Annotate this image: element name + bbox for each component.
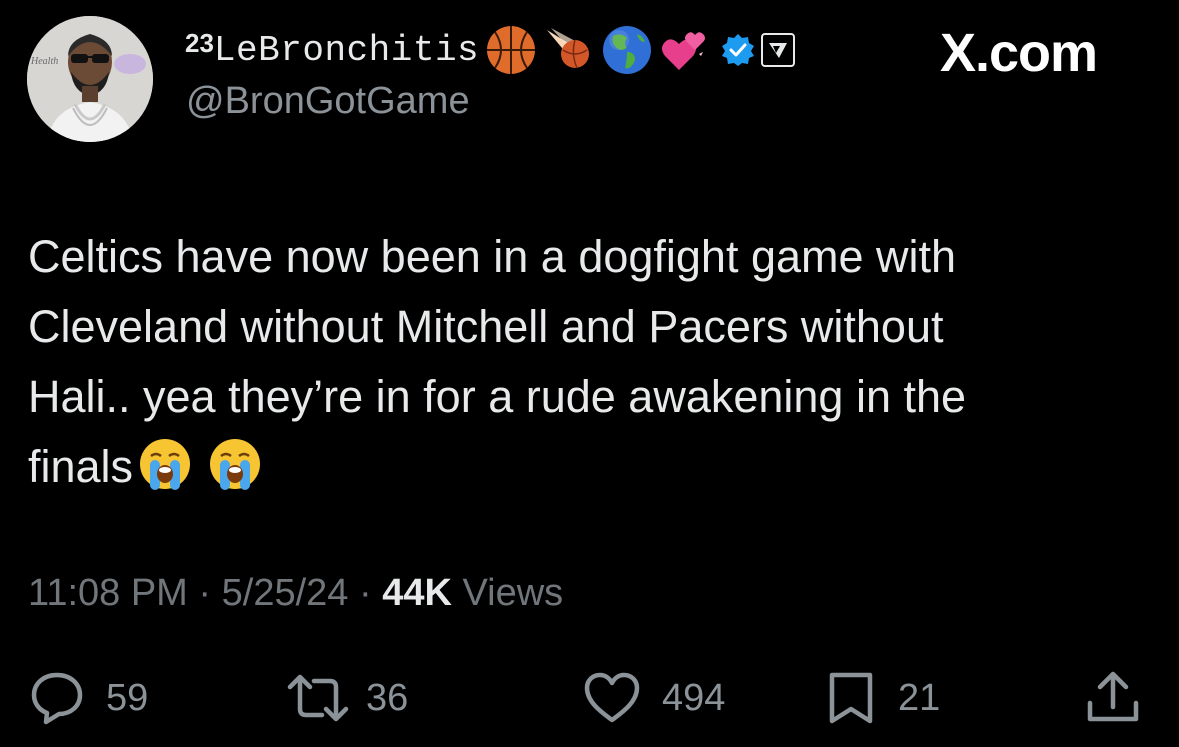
x-com-brand: X.com	[940, 23, 1098, 83]
verified-badge-icon[interactable]	[721, 33, 755, 67]
tweet-line-last: finals	[28, 432, 1148, 502]
loudly-crying-face-icon	[137, 436, 193, 492]
tweet-time[interactable]: 11:08 PM	[28, 572, 188, 614]
reply-button[interactable]: 59	[28, 668, 148, 728]
share-icon	[1087, 671, 1139, 722]
like-button[interactable]: 494	[582, 668, 725, 728]
tweet-line-text: finals	[28, 441, 134, 492]
affiliate-badge-icon[interactable]	[761, 33, 796, 67]
meta-separator: ·	[198, 572, 212, 614]
tweet-meta: 11:08 PM · 5/25/24 · 44K Views	[28, 572, 563, 615]
reply-count: 59	[106, 676, 149, 719]
display-name[interactable]: LeBronchitis	[214, 30, 479, 71]
profile-photo: Health	[27, 16, 153, 142]
tweet-line: Celtics have now been in a dogfight game…	[28, 231, 957, 282]
svg-text:Health: Health	[30, 56, 58, 67]
views-count: 44K	[382, 572, 452, 614]
tweet-body: Celtics have now been in a dogfight game…	[28, 222, 1148, 502]
bookmark-button[interactable]: 21	[824, 668, 940, 728]
loudly-crying-face-icon	[207, 436, 263, 492]
two-hearts-icon	[659, 24, 711, 76]
action-bar: 59 36 494 21	[28, 668, 1150, 728]
like-count: 494	[662, 676, 726, 719]
globe-americas-icon	[601, 24, 653, 76]
avatar[interactable]: Health	[27, 16, 153, 142]
tweet-date[interactable]: 5/25/24	[222, 572, 349, 614]
comet-ball-icon	[543, 24, 595, 76]
basketball-icon	[485, 24, 537, 76]
heart-icon	[584, 672, 640, 723]
meta-separator: ·	[358, 572, 372, 614]
repost-count: 36	[366, 676, 409, 719]
repost-button[interactable]: 36	[284, 668, 408, 728]
tweet-line: Hali.. yea they’re in for a rude awakeni…	[28, 371, 967, 422]
reply-icon	[31, 672, 83, 725]
bookmark-icon	[829, 672, 873, 724]
views-label: Views	[462, 572, 564, 614]
share-button[interactable]	[1084, 668, 1142, 728]
jersey-number: 23	[185, 28, 214, 58]
user-handle[interactable]: @BronGotGame	[186, 80, 470, 123]
bookmark-count: 21	[898, 676, 941, 719]
repost-icon	[287, 674, 349, 722]
user-name-row[interactable]: 23 LeBronchitis	[185, 22, 796, 78]
tweet-line: Cleveland without Mitchell and Pacers wi…	[28, 301, 944, 352]
